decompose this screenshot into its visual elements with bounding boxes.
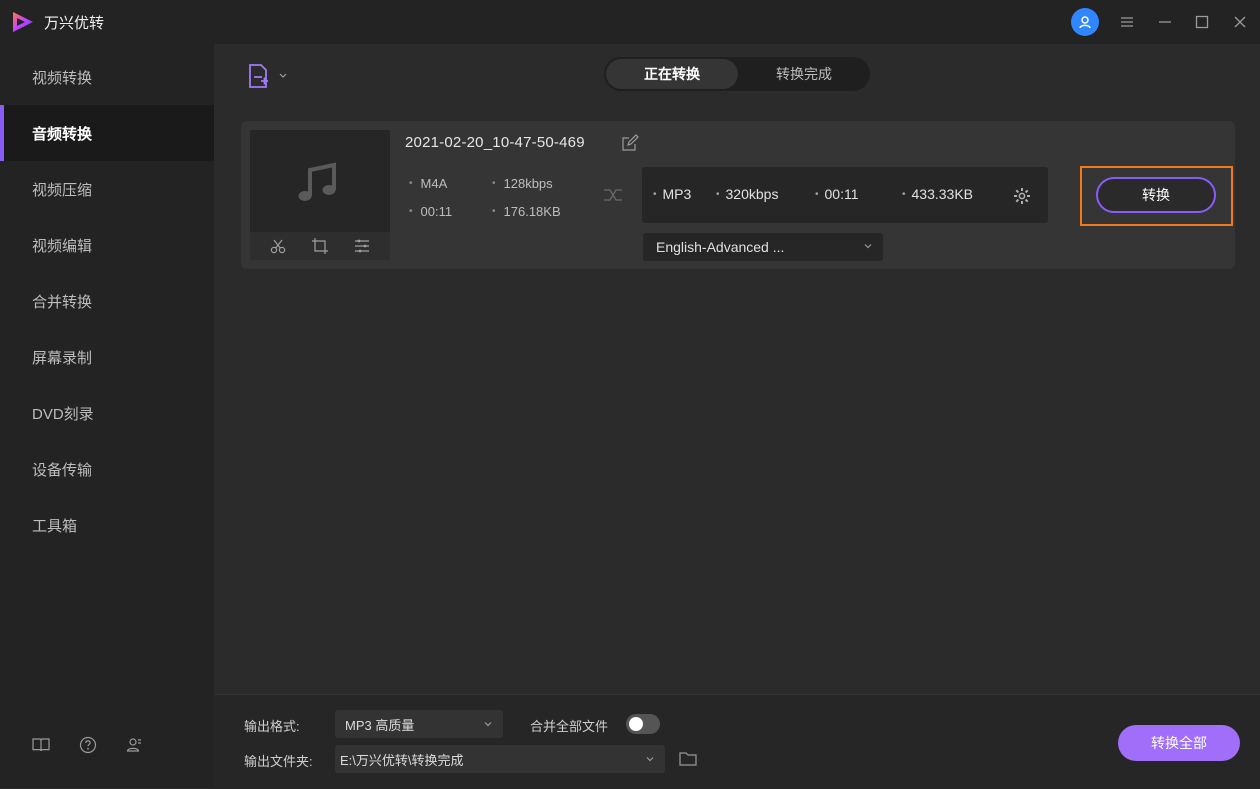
output-format-label: 输出格式: xyxy=(244,719,300,734)
file-name: 2021-02-20_10-47-50-469 xyxy=(405,134,585,151)
sidebar-item-dvd-burn[interactable]: DVD刻录 xyxy=(0,385,214,441)
target-duration: 00:11 xyxy=(815,186,859,202)
language-select[interactable]: English-Advanced ... xyxy=(643,233,883,261)
output-folder-value: E:\万兴优转\转换完成 xyxy=(340,752,464,768)
add-file-icon xyxy=(249,64,287,88)
effects-button[interactable] xyxy=(352,236,372,256)
bottom-bar xyxy=(214,694,1260,789)
rename-icon[interactable] xyxy=(621,134,639,152)
merge-all-toggle[interactable] xyxy=(626,714,660,734)
menu-icon xyxy=(1121,17,1133,27)
source-size: 176.18KB xyxy=(492,204,561,219)
user-avatar[interactable] xyxy=(1071,8,1099,36)
sidebar-item-device-transfer[interactable]: 设备传输 xyxy=(0,441,214,497)
sidebar-item-video-convert[interactable]: 视频转换 xyxy=(0,49,214,105)
settings-gear-icon[interactable] xyxy=(1012,186,1032,206)
minimize-button[interactable] xyxy=(1154,11,1176,33)
sidebar-item-video-compress[interactable]: 视频压缩 xyxy=(0,161,214,217)
app-title: 万兴优转 xyxy=(44,15,105,32)
crop-button[interactable] xyxy=(310,236,330,256)
source-format: M4A xyxy=(409,176,448,191)
chevron-down-icon xyxy=(646,757,654,762)
merge-all-label: 合并全部文件 xyxy=(530,719,609,734)
output-format-select[interactable]: MP3 高质量 xyxy=(335,710,503,738)
account-icon[interactable] xyxy=(124,735,144,755)
thumbnail-toolbar xyxy=(250,232,390,260)
toggle-knob xyxy=(629,717,643,731)
sidebar-item-audio-convert[interactable]: 音频转换 xyxy=(0,105,214,161)
menu-button[interactable] xyxy=(1116,11,1138,33)
list-icon xyxy=(355,239,369,253)
chevron-down-icon xyxy=(484,722,492,727)
close-icon xyxy=(1234,16,1246,28)
music-note-icon xyxy=(298,162,336,201)
sidebar-item-merge-convert[interactable]: 合并转换 xyxy=(0,273,214,329)
title-bar: 万兴优转 xyxy=(0,0,1260,44)
chevron-down-icon xyxy=(864,244,872,249)
scissors-icon xyxy=(270,239,286,254)
language-value: English-Advanced ... xyxy=(656,239,785,255)
sidebar-item-video-edit[interactable]: 视频编辑 xyxy=(0,217,214,273)
folder-icon[interactable] xyxy=(678,750,698,768)
maximize-button[interactable] xyxy=(1191,11,1213,33)
app-logo-icon xyxy=(13,12,33,32)
tab-converting[interactable]: 正在转换 xyxy=(606,59,738,89)
add-file-button[interactable] xyxy=(246,62,294,90)
sidebar-item-toolbox[interactable]: 工具箱 xyxy=(0,497,214,553)
minimize-icon xyxy=(1159,21,1171,23)
target-size: 433.33KB xyxy=(902,186,974,202)
tab-completed[interactable]: 转换完成 xyxy=(738,59,870,89)
trim-button[interactable] xyxy=(268,236,288,256)
convert-button[interactable]: 转换 xyxy=(1096,177,1216,213)
close-button[interactable] xyxy=(1229,11,1251,33)
sidebar: 视频转换 音频转换 视频压缩 视频编辑 合并转换 屏幕录制 DVD刻录 设备传输… xyxy=(0,44,214,788)
output-folder-label: 输出文件夹: xyxy=(244,754,313,769)
convert-arrow-icon xyxy=(604,189,622,201)
user-icon xyxy=(1079,16,1091,29)
source-duration: 00:11 xyxy=(409,204,453,219)
maximize-icon xyxy=(1195,15,1209,29)
audio-thumbnail xyxy=(250,130,390,232)
target-bitrate: 320kbps xyxy=(716,186,779,202)
output-format-value: MP3 高质量 xyxy=(345,717,415,733)
crop-icon xyxy=(312,238,328,254)
sidebar-item-screen-record[interactable]: 屏幕录制 xyxy=(0,329,214,385)
convert-all-button[interactable]: 转换全部 xyxy=(1118,725,1240,761)
help-icon[interactable] xyxy=(78,735,98,755)
status-tabs: 正在转换 转换完成 xyxy=(604,57,870,91)
target-format: MP3 xyxy=(653,186,692,202)
source-bitrate: 128kbps xyxy=(492,176,553,191)
book-icon[interactable] xyxy=(31,735,51,755)
output-folder-select[interactable]: E:\万兴优转\转换完成 xyxy=(335,745,665,773)
